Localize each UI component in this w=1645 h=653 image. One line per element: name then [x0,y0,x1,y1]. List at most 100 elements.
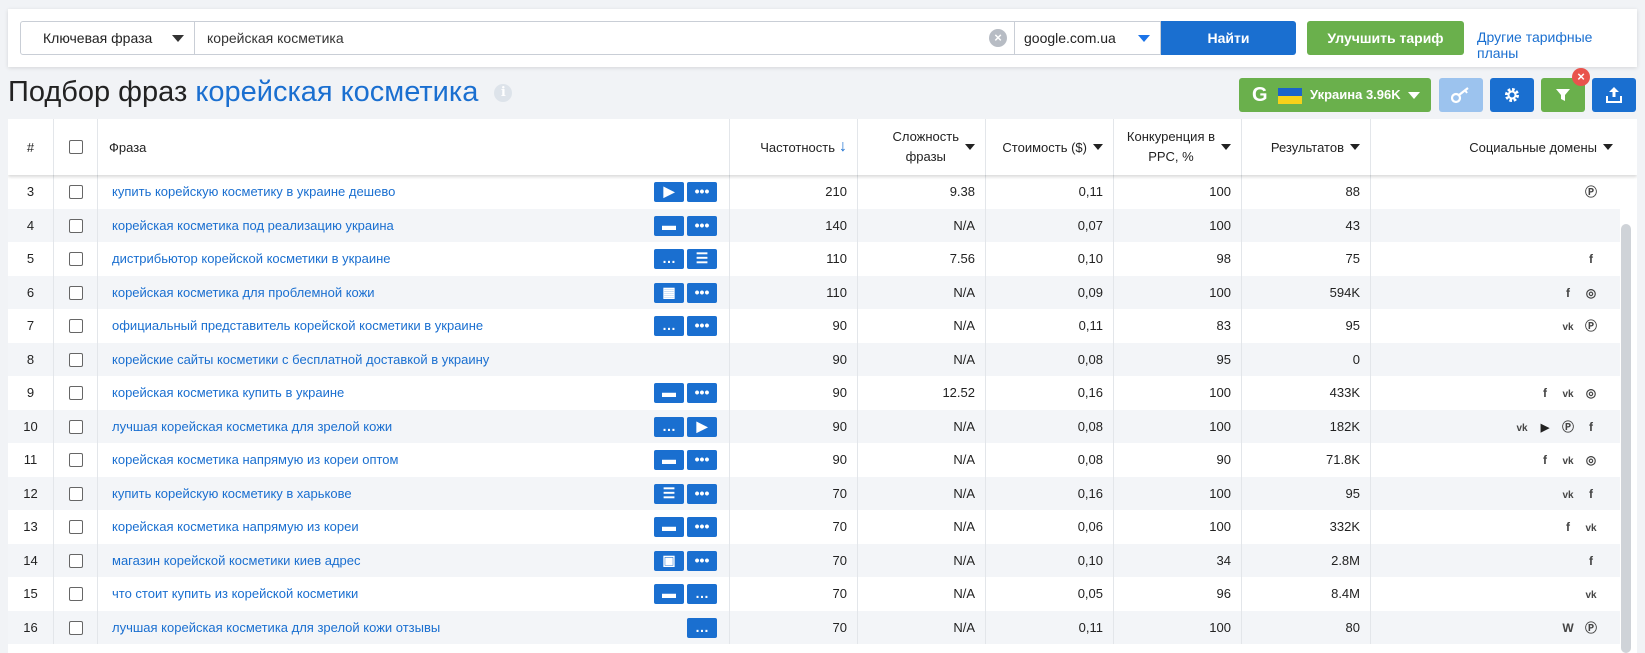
region-select-button[interactable]: G Украина 3.96K [1239,78,1431,112]
facebook-icon[interactable]: f [1584,545,1598,579]
other-plans-link[interactable]: Другие тарифные планы [1477,29,1637,61]
instagram-icon[interactable]: ◎ [1584,444,1598,478]
phrase-link[interactable]: дистрибьютор корейской косметики в украи… [112,251,391,266]
feature-more-icon[interactable]: ••• [687,383,717,403]
youtube-icon[interactable]: ▶ [1538,412,1552,446]
row-checkbox[interactable] [69,453,83,467]
feature-grid-icon[interactable]: ▦ [654,282,684,303]
table-row: 6 корейская косметика для проблемной кожи… [8,275,1620,311]
feature-chat-icon[interactable]: … [654,249,684,269]
header-ppc[interactable]: Конкуренция в PPC, % [1114,119,1242,175]
row-checkbox[interactable] [69,486,83,501]
instagram-icon[interactable]: ◎ [1584,277,1598,311]
key-button[interactable] [1439,78,1483,112]
row-checkbox[interactable] [69,520,83,534]
vertical-scrollbar[interactable] [1621,224,1631,653]
pinterest-icon[interactable]: Ⓟ [1584,310,1598,344]
vk-icon[interactable]: vk [1515,412,1529,446]
phrase-link[interactable]: официальный представитель корейской косм… [112,318,483,333]
facebook-icon[interactable]: f [1584,243,1598,277]
vk-icon[interactable]: vk [1561,445,1575,479]
feature-chat-icon[interactable]: … [687,584,717,604]
header-cost[interactable]: Стоимость ($) [986,119,1114,175]
header-results[interactable]: Результатов [1242,119,1371,175]
feature-shopping-icon[interactable]: ▬ [654,450,684,470]
wikipedia-icon[interactable]: W [1561,612,1575,646]
feature-shopping-icon[interactable]: ▬ [654,584,684,604]
row-checkbox[interactable] [69,319,83,333]
facebook-icon[interactable]: f [1584,411,1598,445]
export-button[interactable] [1592,78,1636,112]
feature-list-icon[interactable]: ☰ [687,249,717,269]
pinterest-icon[interactable]: Ⓟ [1584,176,1598,210]
search-mode-select[interactable]: Ключевая фраза [20,21,195,55]
row-checkbox[interactable] [69,419,83,434]
facebook-icon[interactable]: f [1538,444,1552,478]
feature-more-icon[interactable]: ••• [687,316,717,336]
phrase-link[interactable]: купить корейскую косметику в харькове [112,486,352,501]
feature-chat-icon[interactable]: … [654,416,684,437]
row-checkbox[interactable] [69,386,83,400]
feature-shopping-icon[interactable]: ▬ [654,517,684,537]
feature-more-icon[interactable]: ••• [687,550,717,571]
vk-icon[interactable]: vk [1561,378,1575,412]
row-checkbox[interactable] [69,587,83,601]
phrase-link[interactable]: корейская косметика купить в украине [112,385,344,400]
settings-button[interactable] [1490,78,1534,112]
facebook-icon[interactable]: f [1561,277,1575,311]
vk-icon[interactable]: vk [1584,512,1598,546]
phrase-link[interactable]: что стоит купить из корейской косметики [112,586,358,601]
vk-icon[interactable]: vk [1584,579,1598,613]
feature-shopping-icon[interactable]: ▬ [654,383,684,403]
search-engine-select[interactable]: google.com.ua [1015,21,1161,55]
pinterest-icon[interactable]: Ⓟ [1561,411,1575,445]
feature-list-icon[interactable]: ☰ [654,483,684,504]
feature-chat-icon[interactable]: … [654,316,684,336]
search-input[interactable]: корейская косметика [195,21,1015,55]
facebook-icon[interactable]: f [1584,478,1598,512]
clear-filter-icon[interactable]: × [1572,68,1590,86]
phrase-link[interactable]: купить корейскую косметику в украине деш… [112,184,395,199]
phrase-link[interactable]: корейские сайты косметики с бесплатной д… [112,352,489,367]
feature-video-icon[interactable]: ▶ [654,182,684,202]
row-checkbox[interactable] [69,218,83,233]
phrase-link[interactable]: лучшая корейская косметика для зрелой ко… [112,419,392,434]
select-all-checkbox[interactable] [68,140,83,154]
row-checkbox[interactable] [69,185,83,199]
social-domains-cell: vk f [1371,477,1620,511]
feature-chat-icon[interactable]: … [687,617,717,638]
phrase-link[interactable]: магазин корейской косметики киев адрес [112,553,361,568]
vk-icon[interactable]: vk [1561,479,1575,513]
phrase-link[interactable]: корейская косметика под реализацию украи… [112,218,394,233]
instagram-icon[interactable]: ◎ [1584,377,1598,411]
info-icon[interactable]: i [494,84,513,103]
row-checkbox[interactable] [69,252,83,266]
feature-more-icon[interactable]: ••• [687,282,717,303]
pinterest-icon[interactable]: Ⓟ [1584,612,1598,646]
facebook-icon[interactable]: f [1538,377,1552,411]
phrase-link[interactable]: корейская косметика напрямую из кореи [112,519,359,534]
feature-shopping-icon[interactable]: ▬ [654,215,684,236]
find-button[interactable]: Найти [1161,21,1296,55]
phrase-link[interactable]: корейская косметика напрямую из кореи оп… [112,452,398,467]
feature-more-icon[interactable]: ••• [687,450,717,470]
row-checkbox[interactable] [69,620,83,635]
phrase-link[interactable]: корейская косметика для проблемной кожи [112,285,375,300]
feature-more-icon[interactable]: ••• [687,483,717,504]
phrase-link[interactable]: лучшая корейская косметика для зрелой ко… [112,620,440,635]
row-checkbox[interactable] [69,352,83,367]
feature-more-icon[interactable]: ••• [687,215,717,236]
feature-more-icon[interactable]: ••• [687,517,717,537]
feature-video-icon[interactable]: ▶ [687,416,717,437]
feature-image-icon[interactable]: ▣ [654,550,684,571]
header-social[interactable]: Социальные домены [1371,119,1637,175]
upgrade-plan-button[interactable]: Улучшить тариф [1307,21,1464,55]
facebook-icon[interactable]: f [1561,511,1575,545]
clear-icon[interactable]: × [989,29,1007,47]
vk-icon[interactable]: vk [1561,311,1575,345]
header-difficulty[interactable]: Сложность фразы [858,119,986,175]
row-checkbox[interactable] [69,285,83,300]
feature-more-icon[interactable]: ••• [687,182,717,202]
row-checkbox[interactable] [69,553,83,568]
header-frequency[interactable]: Частотность ↓ [730,119,858,175]
